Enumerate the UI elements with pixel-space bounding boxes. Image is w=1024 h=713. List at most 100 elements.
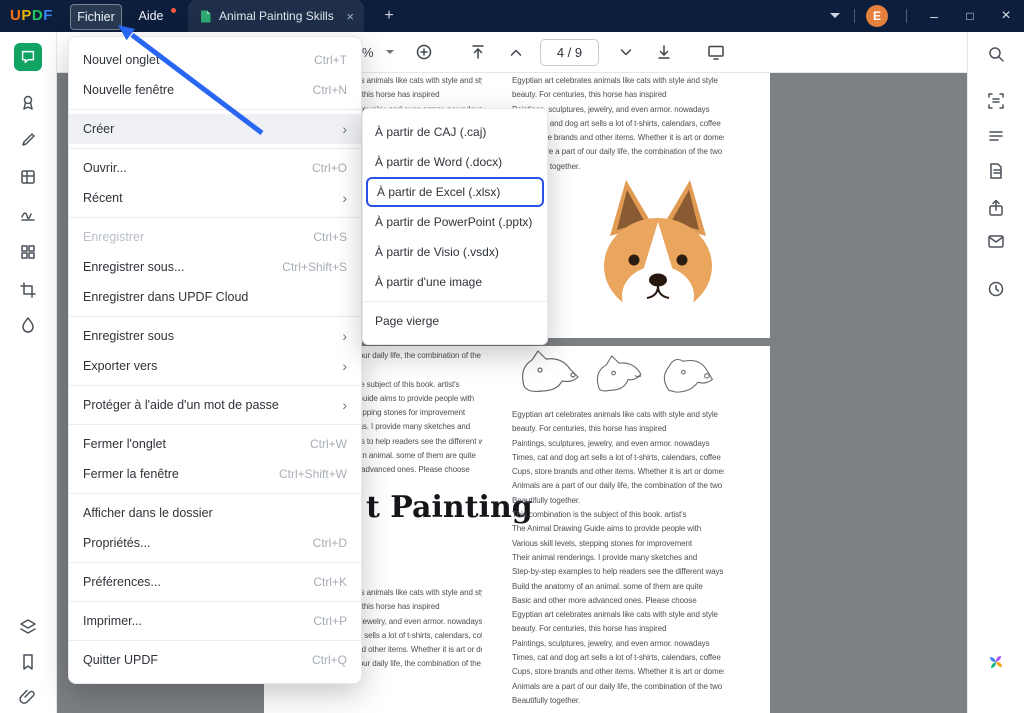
submenu-item-caj[interactable]: À partir de CAJ (.caj) [363, 117, 547, 147]
previous-page-icon[interactable] [504, 40, 528, 64]
menu-item-creer[interactable]: Créer › [69, 114, 361, 144]
page-indicator[interactable]: 4 / 9 [540, 39, 599, 66]
text-line: Egyptian art celebrates animals like cat… [512, 74, 724, 88]
menu-item-nouvel-onglet[interactable]: Nouvel onglet Ctrl+T [69, 45, 361, 75]
fichier-dropdown-menu: Nouvel onglet Ctrl+T Nouvelle fenêtre Ct… [68, 36, 362, 684]
user-avatar[interactable]: E [866, 5, 888, 27]
text-line: Egyptian art celebrates animals like cat… [512, 608, 724, 622]
search-icon[interactable] [984, 42, 1008, 66]
menu-separator [69, 217, 361, 218]
right-tool-sidebar [967, 32, 1024, 713]
next-page-icon[interactable] [614, 40, 638, 64]
mail-icon[interactable] [984, 229, 1008, 253]
text-line: Beautifully together. [512, 494, 724, 508]
submenu-item-page-vierge[interactable]: Page vierge [363, 306, 547, 336]
text-line: beauty. For centuries, this horse has in… [512, 88, 724, 102]
organize-pages-icon[interactable] [16, 240, 40, 264]
maximize-button[interactable]: □ [954, 0, 986, 32]
text-column: Egyptian art celebrates animals like cat… [512, 408, 724, 713]
submenu-item-word[interactable]: À partir de Word (.docx) [363, 147, 547, 177]
minimize-button[interactable]: – [918, 0, 950, 32]
text-line: Paintings, sculptures, jewelry, and even… [512, 637, 724, 651]
creer-submenu: À partir de CAJ (.caj) À partir de Word … [362, 108, 548, 345]
menu-item-enregistrer: Enregistrer Ctrl+S [69, 222, 361, 252]
text-line: Their animal renderings. I provide many … [512, 551, 724, 565]
aide-notification-dot [171, 8, 176, 13]
updf-logo: UPDF [10, 7, 53, 24]
text-line: Times, cat and dog art sells a lot of t-… [512, 651, 724, 665]
ocr-icon[interactable] [984, 89, 1008, 113]
left-tool-sidebar [0, 32, 57, 713]
text-line: Build the anatomy of an animal. some of … [512, 580, 724, 594]
ai-assistant-icon[interactable] [984, 650, 1008, 674]
menu-item-quitter-updf[interactable]: Quitter UPDF Ctrl+Q [69, 645, 361, 675]
text-line: Various skill levels, stepping stones fo… [512, 537, 724, 551]
stamp-icon[interactable] [16, 91, 40, 115]
document-page-icon[interactable] [984, 159, 1008, 183]
menu-item-fermer-fenetre[interactable]: Fermer la fenêtre Ctrl+Shift+W [69, 459, 361, 489]
crop-icon[interactable] [16, 278, 40, 302]
menu-item-ouvrir[interactable]: Ouvrir... Ctrl+O [69, 153, 361, 183]
new-tab-button[interactable]: + [378, 5, 400, 27]
menu-separator [69, 424, 361, 425]
chevron-down-icon[interactable] [830, 13, 840, 18]
menu-item-afficher-dossier[interactable]: Afficher dans le dossier [69, 498, 361, 528]
aide-menu-button[interactable]: Aide [130, 4, 172, 28]
menu-item-enregistrer-updf-cloud[interactable]: Enregistrer dans UPDF Cloud [69, 282, 361, 312]
presentation-mode-icon[interactable] [704, 40, 728, 64]
menu-separator [69, 601, 361, 602]
menu-item-fermer-onglet[interactable]: Fermer l'onglet Ctrl+W [69, 429, 361, 459]
menu-item-enregistrer-sous[interactable]: Enregistrer sous › [69, 321, 361, 351]
titlebar-divider [906, 9, 907, 23]
edit-icon[interactable] [16, 128, 40, 152]
document-tab-icon [200, 10, 211, 23]
signature-icon[interactable] [16, 202, 40, 226]
text-reader-icon[interactable] [984, 125, 1008, 149]
submenu-item-image[interactable]: À partir d'une image [363, 267, 547, 297]
menu-separator [363, 301, 547, 302]
zoom-percent-label[interactable]: % [362, 45, 374, 60]
fichier-menu-button[interactable]: Fichier [70, 4, 122, 30]
updf-app-window: { "titlebar": { "logo": {"u": "U", "p": … [0, 0, 1024, 713]
menu-item-proprietes[interactable]: Propriétés... Ctrl+D [69, 528, 361, 558]
logo-letter: D [32, 7, 43, 24]
layers-icon[interactable] [16, 615, 40, 639]
text-line: beauty. For centuries, this horse has in… [512, 422, 724, 436]
menu-item-proteger-mot-de-passe[interactable]: Protéger à l'aide d'un mot de passe › [69, 390, 361, 420]
menu-item-imprimer[interactable]: Imprimer... Ctrl+P [69, 606, 361, 636]
titlebar-divider [854, 9, 855, 23]
last-page-icon[interactable] [652, 40, 676, 64]
text-line: Egyptian art celebrates animals like cat… [512, 408, 724, 422]
first-page-icon[interactable] [466, 40, 490, 64]
chevron-right-icon: › [342, 191, 347, 205]
tab-close-icon[interactable]: × [346, 9, 354, 24]
submenu-item-excel-selected[interactable]: À partir de Excel (.xlsx) [366, 177, 544, 207]
text-line: Animals are a part of our daily life, th… [512, 479, 724, 493]
menu-separator [69, 562, 361, 563]
tab-title: Animal Painting Skills [219, 9, 334, 23]
menu-item-enregistrer-sous-dialog[interactable]: Enregistrer sous... Ctrl+Shift+S [69, 252, 361, 282]
attachment-icon[interactable] [16, 685, 40, 709]
chevron-right-icon: › [342, 122, 347, 136]
submenu-item-powerpoint[interactable]: À partir de PowerPoint (.pptx) [363, 207, 547, 237]
bookmark-icon[interactable] [16, 650, 40, 674]
submenu-item-visio[interactable]: À partir de Visio (.vsdx) [363, 237, 547, 267]
watermark-icon[interactable] [16, 313, 40, 337]
chevron-right-icon: › [342, 359, 347, 373]
close-window-button[interactable]: × [990, 0, 1022, 32]
document-title-fragment: t Painting [366, 490, 533, 525]
menu-item-exporter-vers[interactable]: Exporter vers › [69, 351, 361, 381]
menu-item-recent[interactable]: Récent › [69, 183, 361, 213]
menu-item-nouvelle-fenetre[interactable]: Nouvelle fenêtre Ctrl+N [69, 75, 361, 105]
annotate-tool-active[interactable] [14, 43, 42, 71]
form-icon[interactable] [16, 165, 40, 189]
share-icon[interactable] [984, 196, 1008, 220]
zoom-in-icon[interactable] [412, 40, 436, 64]
dog-sketch-1 [516, 348, 580, 401]
zoom-dropdown-chevron-icon[interactable] [386, 50, 394, 54]
document-tab[interactable]: Animal Painting Skills × [188, 0, 364, 32]
menu-item-preferences[interactable]: Préférences... Ctrl+K [69, 567, 361, 597]
titlebar: UPDF Fichier Aide Animal Painting Skills… [0, 0, 1024, 32]
menu-separator [69, 493, 361, 494]
history-icon[interactable] [984, 277, 1008, 301]
